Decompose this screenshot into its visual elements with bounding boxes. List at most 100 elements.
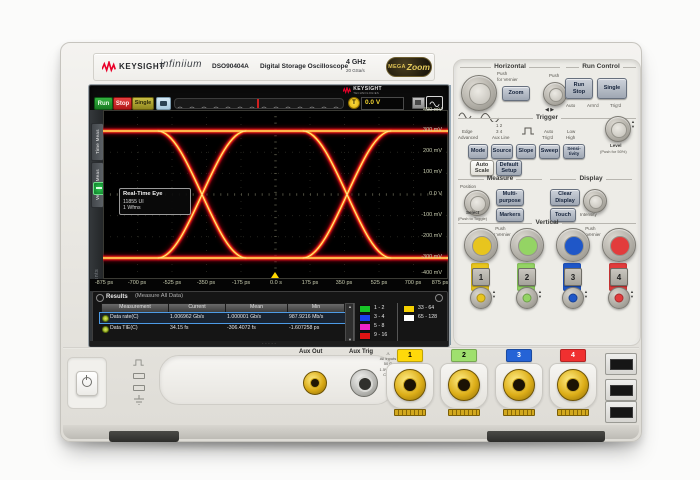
port-symbol [133, 373, 145, 379]
ch3-scale-knob[interactable] [556, 228, 590, 262]
aux-trig-label: Aux Trig [349, 349, 373, 355]
multipurpose-button[interactable]: Multi- purpose [496, 189, 524, 206]
select-label: Select [466, 210, 479, 216]
trigger-sweep-button[interactable]: Sweep [539, 144, 560, 159]
x-axis-label: 875 ps [432, 281, 449, 287]
horizontal-position-knob[interactable] [543, 82, 567, 106]
up-down-arrows-icon: ▲ ▼ [630, 290, 634, 300]
ch1-enable-button[interactable]: 1 [472, 268, 490, 286]
product-type: Digital Storage Oscilloscope [260, 63, 348, 70]
panel-menu-icon[interactable] [96, 294, 104, 302]
oscilloscope-body: KEYSIGHT infiniium DSO90404A Digital Sto… [60, 42, 642, 442]
level-label: Level [610, 143, 622, 149]
ch1-offset-knob[interactable] [470, 287, 492, 309]
trigd-label: Trig'd [542, 135, 553, 141]
stop-button[interactable]: Stop [113, 97, 132, 110]
clear-display-button[interactable]: Clear Display [550, 189, 580, 206]
ch2-offset-knob[interactable] [516, 287, 538, 309]
legend-label: 65 - 128 [418, 315, 437, 320]
ch4-probe-contacts [557, 409, 589, 416]
ch1-probe-contacts [394, 409, 426, 416]
product-family: infiniium [160, 59, 202, 70]
intensity-knob[interactable] [583, 189, 607, 213]
section-horizontal: Horizontal [460, 64, 560, 71]
section-title: Trigger [536, 115, 558, 122]
low-label: Low [567, 129, 575, 135]
x-axis-label: 0.0 s [270, 281, 282, 287]
legend-label: 5 - 8 [374, 324, 384, 329]
y-axis-label: -300 mV [421, 255, 442, 261]
auto-label: Auto [544, 129, 553, 135]
trigger-source-icon[interactable]: T [348, 97, 360, 109]
legend-swatch [359, 323, 371, 331]
trigger-mode-button[interactable]: Mode [468, 144, 488, 159]
results-subtitle: (Measure All Data) [135, 294, 183, 300]
y-axis-label: 100 mV [423, 170, 442, 176]
zoom-button[interactable]: Zoom [502, 86, 530, 101]
armd-indicator-label: Arm'd [587, 103, 599, 109]
cell-current: 34.15 fs [170, 326, 188, 331]
trigger-slope-button[interactable]: Slope [516, 144, 536, 159]
trigger-source-button[interactable]: Source [491, 144, 513, 159]
y-axis-label: 0.0 V [429, 192, 442, 198]
y-axis-label: 300 mV [423, 128, 442, 134]
badge-zoom-text: Zoom [407, 62, 430, 72]
auto-scale-button[interactable]: Auto Scale [470, 160, 494, 176]
ch1-input-label: 1 [397, 349, 423, 362]
legend-swatch [403, 314, 415, 322]
run-button[interactable]: Run [94, 97, 113, 110]
ch3-probe-contacts [503, 409, 535, 416]
level-sub-label: (Push for 50%) [600, 149, 627, 154]
timeline-waveform-icon [175, 103, 343, 109]
real-time-eye-annotation: Real-Time Eye 11855 UI 1 Wfms [119, 188, 191, 215]
run-stop-button[interactable]: Run Stop [565, 78, 593, 99]
cell-min: 987.9216 Mb/s [289, 315, 323, 320]
waveform-display: 400 mV 300 mV 200 mV 100 mV 0.0 V -100 m… [103, 110, 448, 279]
bandwidth-label: 4 GHz [346, 59, 366, 66]
horizontal-scale-knob[interactable] [461, 75, 497, 111]
single-run-button[interactable]: Single [597, 78, 627, 99]
ch4-offset-knob[interactable] [608, 287, 630, 309]
trigger-sensitivity-button[interactable]: Sensi- tivity [563, 144, 585, 159]
foot [487, 431, 605, 442]
annotation-wfm-count: 1 Wfms [123, 205, 187, 212]
x-axis-label: 175 ps [302, 281, 319, 287]
divider [397, 303, 398, 341]
port-symbol [133, 385, 145, 391]
section-display: Display [550, 176, 632, 183]
ch1-scale-knob[interactable] [464, 228, 498, 262]
position-label: Position [460, 184, 476, 190]
sine-icon [429, 100, 440, 107]
trigger-level-knob[interactable] [605, 116, 631, 142]
oscilloscope-screen: KEYSIGHT TECHNOLOGIES Run Stop Single T … [89, 85, 449, 347]
screen-logo-subtext: TECHNOLOGIES [353, 92, 382, 95]
ch3-input-connector [503, 369, 535, 401]
push-vernier-label: Push for Vernier [497, 71, 518, 82]
ch4-input-connector [557, 369, 589, 401]
trigger-source-34-label: 3 4 [496, 129, 502, 135]
legend-label: 1 - 2 [374, 306, 384, 311]
intensity-label: Intensity [580, 212, 597, 218]
ch3-enable-button[interactable]: 3 [564, 268, 582, 286]
power-icon [82, 377, 92, 387]
default-setup-button[interactable]: Default Setup [496, 160, 522, 176]
panel-close-icon[interactable] [435, 294, 443, 302]
ch4-scale-knob[interactable] [602, 228, 636, 262]
ch4-enable-button[interactable]: 4 [610, 268, 628, 286]
ch2-scale-knob[interactable] [510, 228, 544, 262]
legend-swatch [359, 305, 371, 313]
panel-drag-handle[interactable]: · · · · · [90, 341, 448, 346]
keysight-spark-icon [102, 61, 116, 73]
y-axis-label: -400 mV [421, 271, 442, 277]
ch3-offset-knob[interactable] [562, 287, 584, 309]
single-button[interactable]: Single [132, 97, 154, 110]
trigger-level-readout[interactable]: 0.0 V [361, 97, 404, 110]
legend-label: 9 - 16 [374, 333, 387, 338]
section-vertical: Vertical [458, 220, 636, 227]
acquisition-timeline[interactable] [174, 98, 344, 109]
ch2-enable-button[interactable]: 2 [518, 268, 536, 286]
auto-indicator-label: Auto [566, 103, 575, 109]
trigger-time-marker[interactable] [271, 272, 279, 278]
screen-capture-icon[interactable] [156, 97, 171, 110]
pulse-symbol [133, 359, 144, 366]
